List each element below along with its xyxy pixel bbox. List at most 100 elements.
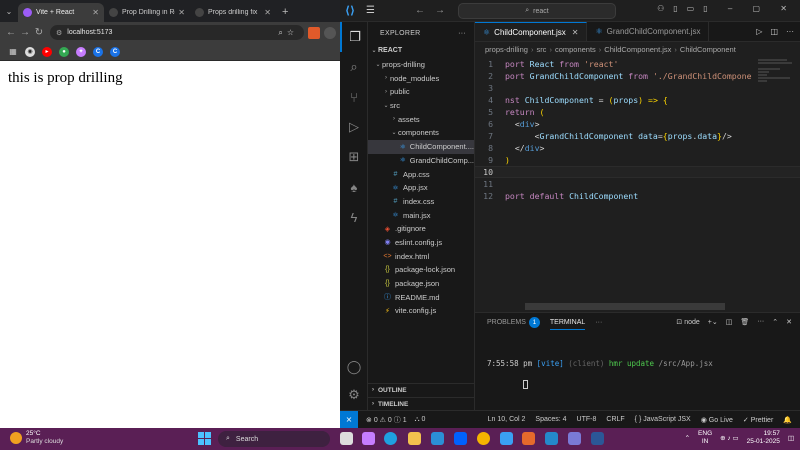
reload-icon[interactable]: ↻ — [32, 27, 46, 38]
tree-item[interactable]: {} package.json — [368, 277, 474, 291]
weather-widget[interactable]: 25°C Partly cloudy — [10, 430, 63, 446]
vscode-taskbar-icon[interactable] — [545, 432, 558, 445]
file-explorer-icon[interactable] — [408, 432, 421, 445]
nav-back-icon[interactable]: ← — [415, 5, 425, 16]
remote-icon[interactable]: ⨯ — [340, 410, 358, 429]
tab-problems[interactable]: PROBLEMS 1 — [487, 316, 540, 328]
notifications-icon[interactable]: 🔔 — [783, 416, 792, 424]
tab-search-icon[interactable]: ⌄ — [0, 0, 18, 22]
browser-tab[interactable]: Vite + React ✕ — [18, 3, 104, 22]
tree-item[interactable]: ◉ eslint.config.js — [368, 236, 474, 250]
extensions-icon[interactable]: ⊞ — [340, 142, 368, 172]
bookmark-c2-icon[interactable]: C — [110, 46, 120, 57]
outline-section[interactable]: › OUTLINE — [368, 383, 474, 396]
browser-tab[interactable]: Prop Drilling in React✕ — [104, 3, 190, 22]
tree-item[interactable]: ◈ .gitignore — [368, 222, 474, 236]
tree-item[interactable]: ⓘ README.md — [368, 290, 474, 304]
minimap[interactable] — [758, 58, 794, 118]
tree-item[interactable]: <> index.html — [368, 249, 474, 263]
breadcrumb-item[interactable]: props-drilling — [485, 45, 528, 54]
start-button-icon[interactable] — [198, 432, 211, 445]
tree-item[interactable]: ⚛ App.jsx — [368, 181, 474, 195]
tree-item[interactable]: ⚛ GrandChildComp... — [368, 154, 474, 168]
manage-gear-icon[interactable]: ⚙ — [340, 380, 368, 410]
app-icon[interactable] — [522, 432, 535, 445]
app-icon[interactable] — [500, 432, 513, 445]
bookmark-star-icon[interactable]: ⌕☆ — [278, 28, 298, 38]
tree-item[interactable]: ⌄ components — [368, 126, 474, 140]
tab-terminal[interactable]: TERMINAL — [549, 319, 586, 330]
tree-item[interactable]: {} package-lock.json — [368, 263, 474, 277]
split-editor-icon[interactable]: ◫ — [770, 27, 778, 36]
problems-status[interactable]: ⊗ 0 ⚠ 0 ⓘ 1 — [366, 415, 407, 425]
address-bar[interactable]: ⚙ localhost:5173 ⌕☆ — [50, 25, 304, 40]
breadcrumb-item[interactable]: ChildComponent — [680, 45, 736, 54]
split-terminal-icon[interactable]: ◫ — [726, 318, 733, 326]
task-view-icon[interactable] — [340, 432, 353, 445]
extension-icon[interactable] — [308, 26, 320, 39]
tree-item[interactable]: # App.css — [368, 167, 474, 181]
command-center-search[interactable]: ⌕ react — [458, 3, 616, 19]
close-panel-icon[interactable]: ✕ — [786, 318, 792, 326]
chrome-icon[interactable] — [477, 432, 490, 445]
workspace-section[interactable]: ⌄ REACT — [368, 44, 474, 58]
breadcrumb-item[interactable]: ChildComponent.jsx — [604, 45, 671, 54]
nav-forward-icon[interactable]: → — [435, 5, 445, 16]
close-icon[interactable]: ✕ — [572, 28, 579, 37]
copilot-icon[interactable] — [362, 432, 375, 445]
tree-item[interactable]: ⚛ main.jsx — [368, 208, 474, 222]
tree-item[interactable]: ⌄ src — [368, 99, 474, 113]
indentation[interactable]: Spaces: 4 — [535, 416, 566, 424]
run-debug-icon[interactable]: ▷ — [340, 112, 368, 142]
search-view-icon[interactable]: ⌕ — [340, 52, 368, 82]
taskbar-search[interactable]: ⌕ Search — [218, 431, 330, 447]
browser-tab[interactable]: Props drilling fix ✕ — [190, 3, 276, 22]
code-editor[interactable]: 1 port React from 'react' 2 port GrandChild… — [475, 58, 800, 310]
tab-grandchildcomponent[interactable]: ⚛ GrandChildComponent.jsx — [587, 22, 710, 41]
new-tab-button[interactable]: + — [276, 3, 294, 22]
terminal-shell-icon[interactable]: ⊡ node — [676, 318, 699, 326]
back-icon[interactable]: ← — [4, 27, 18, 38]
panel-more-actions-icon[interactable]: ··· — [757, 318, 764, 326]
explorer-more-icon[interactable]: ··· — [458, 30, 466, 37]
apps-grid-icon[interactable]: ▦ — [8, 47, 18, 57]
site-info-icon[interactable]: ⚙ — [56, 29, 62, 37]
ports-status[interactable]: ⛬ 0 — [415, 416, 426, 424]
encoding[interactable]: UTF-8 — [577, 416, 597, 424]
source-control-icon[interactable]: ⑂ — [340, 82, 368, 112]
bookmark-youtube-icon[interactable]: ▸ — [42, 46, 52, 57]
forward-icon[interactable]: → — [18, 27, 32, 38]
network-volume-battery-icons[interactable]: ⊕ ♪ ▭ — [720, 434, 738, 442]
dropbox-icon[interactable] — [454, 432, 467, 445]
breadcrumb-item[interactable]: components — [555, 45, 596, 54]
bookmark-chatgpt-icon[interactable]: ✦ — [76, 46, 86, 57]
notifications-icon[interactable]: ◫ — [788, 434, 794, 442]
tree-item[interactable]: ⚡ vite.config.js — [368, 304, 474, 318]
tree-item[interactable]: ⌄ props-drilling — [368, 58, 474, 72]
tree-item[interactable]: › assets — [368, 112, 474, 126]
bookmark-github-icon[interactable]: ◉ — [25, 46, 35, 57]
breadcrumb-item[interactable]: src — [536, 45, 546, 54]
cursor-position[interactable]: Ln 10, Col 2 — [488, 416, 526, 424]
tree-item[interactable]: # index.css — [368, 195, 474, 209]
terminal-output[interactable]: 7:55:58 pm [vite] (client) hmr update /s… — [475, 331, 800, 408]
tab-childcomponent[interactable]: ⚛ ChildComponent.jsx ✕ — [475, 22, 588, 41]
trash-icon[interactable]: 🗑 — [740, 318, 749, 326]
tree-item[interactable]: › public — [368, 85, 474, 99]
language-mode[interactable]: { } JavaScript JSX — [635, 416, 691, 424]
profile-icon[interactable] — [324, 26, 336, 39]
word-icon[interactable] — [591, 432, 604, 445]
more-actions-icon[interactable]: ··· — [786, 27, 794, 36]
window-controls[interactable]: ⚇▯▭▯ – ▢ ✕ — [657, 4, 796, 13]
mail-icon[interactable] — [431, 432, 444, 445]
tray-chevron-icon[interactable]: ⌃ — [685, 434, 690, 442]
edge-icon[interactable] — [384, 432, 397, 445]
accounts-icon[interactable]: ◯ — [340, 352, 368, 382]
close-tab-icon[interactable]: ✕ — [92, 8, 99, 17]
hamburger-menu-icon[interactable]: ☰ — [366, 5, 375, 16]
maximize-panel-icon[interactable]: ⌃ — [772, 318, 778, 326]
timeline-section[interactable]: › TIMELINE — [368, 397, 474, 410]
thunder-client-icon[interactable]: ϟ — [340, 202, 368, 232]
panel-more-icon[interactable]: ··· — [595, 319, 602, 326]
new-terminal-icon[interactable]: +⌄ — [708, 318, 718, 326]
